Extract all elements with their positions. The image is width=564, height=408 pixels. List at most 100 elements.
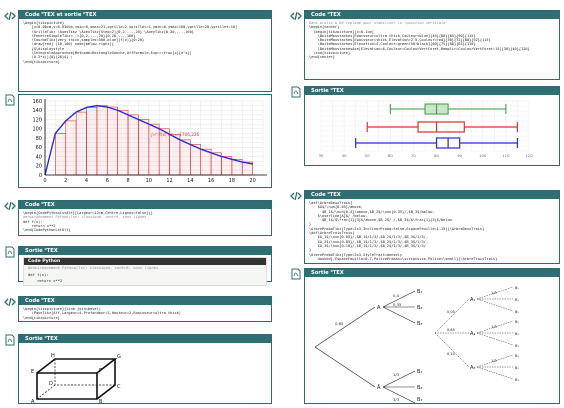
code-icon: [4, 10, 16, 22]
y-tick-label: 60: [36, 145, 42, 151]
leaf-label: B₁: [515, 354, 519, 358]
x-tick-label: 60: [388, 153, 393, 158]
block-header: Sortie ⁰TEX: [19, 335, 271, 343]
leaf-label: B₁: [515, 286, 519, 290]
x-tick-label: 120: [525, 153, 533, 158]
approx-rectangle: [106, 106, 118, 176]
vertex-label: G: [117, 354, 121, 360]
vertex-label: D: [49, 381, 53, 387]
approx-rectangle: [179, 139, 191, 176]
python-line: return x**2: [28, 278, 63, 284]
vertex-label: B: [99, 399, 103, 403]
code-line: [x=0.08cm,y=0.030cm,xmin=0,xmax=21,xgril…: [23, 25, 238, 30]
probability-label: 0,10: [447, 352, 455, 356]
probability-label: 0,05: [447, 310, 455, 314]
approx-rectangle: [96, 105, 108, 176]
block-header: Sortie ⁰TEX: [19, 247, 271, 255]
vertex-label: F: [99, 368, 102, 374]
tree-output-block: Sortie ⁰TEX A Ā B₁ B₂ B₃ B₁ B₂ B₃ 0,65 0…: [304, 268, 560, 404]
code-line: \end{tikzpicture}: [23, 59, 60, 64]
x-tick-label: 16: [208, 178, 214, 184]
y-tick-label: 40: [36, 154, 42, 160]
cube-code-block: Code ⁰TEX \begin{tikzpicture}[line join=…: [18, 296, 272, 322]
approx-rectangle: [138, 119, 150, 176]
boxplot-output-block: Sortie ⁰TEX 30 40 50 60 70 80 90 100 110 120: [304, 86, 560, 166]
leaf-label: B₁: [515, 320, 519, 324]
python-output-block: Sortie ⁰TEX Code Python #environnement P…: [18, 246, 272, 286]
block-header: Code ⁰TEX et sortie ⁰TEX: [19, 11, 271, 19]
vertex-label: E: [31, 369, 34, 375]
node-label: A₂: [470, 331, 475, 337]
boxplot-chart: 30 40 50 60 70 80 90 100 110 120: [319, 100, 533, 158]
approx-rectangle: [169, 133, 181, 176]
leaf-label: B₁: [515, 298, 519, 302]
x-tick-label: 70: [411, 153, 416, 158]
code-listing: \begin{tikzpicture}[line join=bevel] \Pa…: [19, 305, 271, 322]
code-listing: Dans prolix & RX reglade pour stabiliser…: [305, 19, 559, 62]
tree-code-block: Code ⁰TEX \def\ArbreDeuxTrois{ $A$/\nun{…: [304, 190, 560, 264]
x-tick-label: 40: [342, 153, 347, 158]
leaf-label: B₁: [515, 378, 519, 382]
vertex-label: C: [117, 384, 121, 390]
python-listing: Code Python #environnement Python(lst) c…: [23, 257, 267, 286]
x-tick-label: 10: [146, 178, 152, 184]
x-tick-label: 8: [126, 178, 129, 184]
python-line: #environnement Python(lst) classique, ce…: [28, 265, 159, 270]
probability-label: 1/3: [491, 359, 497, 363]
approx-rectangle: [127, 114, 139, 176]
node-label: A: [377, 305, 381, 311]
code-line: \end{tikzpicture}: [23, 315, 60, 320]
node-label: B₂: [417, 385, 422, 391]
x-tick-label: 6: [106, 178, 109, 184]
block-header: Code ⁰TEX: [19, 201, 271, 209]
code-line: \end{center}: [309, 55, 335, 60]
approx-rectangle: [117, 109, 129, 176]
x-tick-label: 50: [365, 153, 370, 158]
x-tick-label: 80: [434, 153, 439, 158]
code-output-block: Code ⁰TEX et sortie ⁰TEX \begin{tikzpict…: [18, 10, 272, 92]
y-tick-label: 80: [36, 136, 42, 142]
y-tick-label: 100: [32, 127, 42, 133]
probability-label: 0,4: [393, 293, 400, 298]
block-header: Code ⁰TEX: [305, 191, 559, 199]
python-title: Code Python: [24, 258, 266, 265]
leaf-label: B₁: [515, 344, 519, 348]
approx-rectangle: [65, 120, 77, 176]
x-tick-label: 4: [85, 178, 88, 184]
code-icon: [4, 200, 16, 212]
pdf-icon: [290, 268, 302, 280]
y-tick-label: 120: [32, 117, 42, 123]
y-tick-label: 0: [39, 173, 42, 179]
probability-trees: A Ā B₁ B₂ B₃ B₁ B₂ B₃ 0,65 0,4 0,35 1/3 …: [314, 286, 519, 404]
x-tick-label: 100: [479, 153, 487, 158]
x-tick-label: 90: [457, 153, 462, 158]
python-code-block: Code ⁰TEX \begin{CodePythonLstAlt}[Large…: [18, 200, 272, 236]
node-label: B₁: [417, 289, 422, 295]
integral-chart: 0 2 4 6 8 10 12 14 16 18 20 0 20 40 60 80 100 120 140 160 ∫₀…: [32, 99, 267, 184]
block-header: Code ⁰TEX: [305, 11, 559, 19]
x-tick-label: 30: [319, 153, 324, 158]
x-tick-label: 20: [249, 178, 255, 184]
x-tick-label: 0: [43, 178, 46, 184]
x-tick-label: 2: [64, 178, 67, 184]
pdf-icon: [290, 86, 302, 98]
integral-annotation: ∫₀²⁰ f(x) dx ≈ 1706,226: [151, 132, 200, 137]
code-listing: \begin{tikzpicture} [x=0.08cm,y=0.030cm,…: [19, 19, 271, 66]
code-listing: \begin{CodePythonLstAlt}[Largeur=12cm,Ce…: [19, 209, 271, 234]
probability-label: 1/3: [491, 291, 497, 295]
chart-output-block: 0 2 4 6 8 10 12 14 16 18 20 0 20 40 60 80 100 120 140 160 ∫₀…: [18, 94, 272, 188]
code-line: dashed],EspaceFeuille=0.7,PoliceProbas=\…: [309, 256, 498, 261]
code-listing: \def\ArbreDeuxTrois{ $A$/\nun{0.65}/abov…: [305, 199, 559, 263]
node-label: Ā: [377, 384, 381, 391]
y-tick-label: 140: [32, 108, 42, 114]
block-header: Code ⁰TEX: [19, 297, 271, 305]
probability-label: 0,65: [335, 321, 344, 326]
probability-label: 1/3: [491, 325, 497, 329]
approx-rectangle: [86, 107, 98, 176]
code-icon: [290, 190, 302, 202]
node-label: B₃: [417, 397, 422, 403]
x-tick-label: 18: [229, 178, 235, 184]
leaf-label: B₁: [515, 366, 519, 370]
pdf-icon: [4, 94, 16, 106]
boxplot-code-block: Code ⁰TEX Dans prolix & RX reglade pour …: [304, 10, 560, 80]
